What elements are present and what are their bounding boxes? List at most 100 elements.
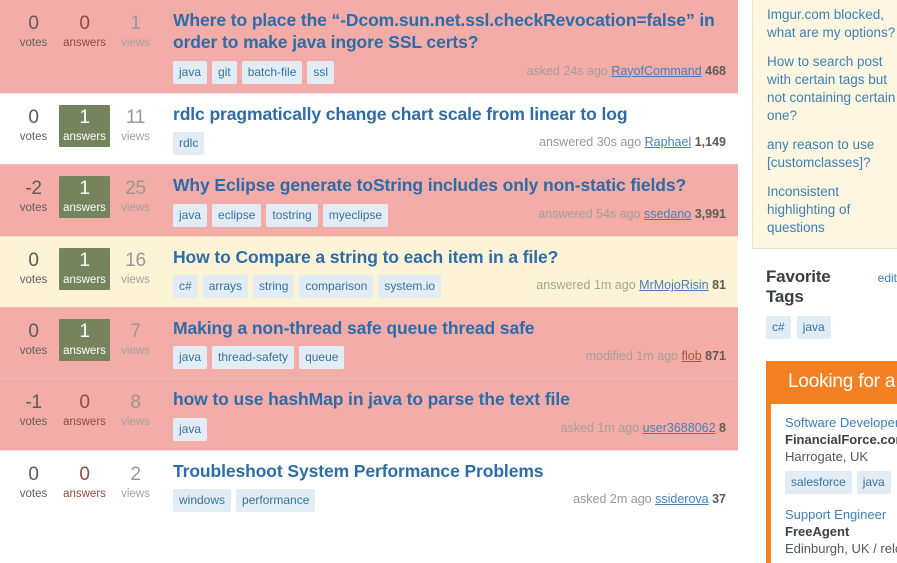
vote-label: votes — [19, 36, 48, 49]
tag-link[interactable]: system.io — [378, 274, 442, 298]
question-tag-list: rdlc — [173, 132, 205, 156]
question-title-link[interactable]: Why Eclipse generate toString includes o… — [173, 174, 726, 196]
question-meta-line: java git batch-file ssl asked 24s ago RayofC… — [173, 60, 726, 84]
favorite-tag-link[interactable]: java — [796, 316, 831, 340]
answer-count: 0 — [79, 13, 90, 34]
answer-count: 1 — [79, 249, 90, 271]
view-label: views — [121, 130, 150, 143]
hot-question-link[interactable]: How to search post with certain tags but… — [767, 53, 897, 125]
question-user-link[interactable]: MrMojoRisin — [639, 278, 708, 292]
hot-question-link[interactable]: any reason to use [customclasses]? — [767, 136, 897, 172]
question-meta-line: java thread-safety queue modified 1m ago fl… — [173, 346, 726, 370]
question-row: 0 votes 0 answers 2 views Troubleshoot System … — [0, 449, 738, 522]
tag-link[interactable]: performance — [236, 489, 316, 513]
job-tag-link[interactable]: salesforce — [785, 471, 852, 495]
question-stats: -2 votes 1 answers 25 views — [8, 174, 161, 219]
tag-link[interactable]: java — [173, 203, 208, 227]
answer-label: answers — [63, 273, 106, 286]
vote-count: 0 — [28, 320, 39, 342]
hot-question-link[interactable]: Inconsistent highlighting of questions — [767, 183, 897, 237]
question-user-reputation: 3,991 — [694, 206, 726, 221]
job-tag-link[interactable]: java — [856, 471, 891, 495]
view-label: views — [121, 36, 150, 49]
view-count: 1 — [130, 13, 141, 34]
views-stat: 8 views — [110, 390, 161, 431]
question-summary: Where to place the “-Dcom.sun.net.ssl.ch… — [161, 9, 726, 84]
question-user-link[interactable]: ssedano — [644, 207, 691, 221]
question-user-reputation: 871 — [705, 349, 726, 364]
question-row: -2 votes 1 answers 25 views Why Eclipse genera… — [0, 164, 738, 236]
tag-link[interactable]: arrays — [202, 274, 249, 298]
favorite-tags-block: Favorite Tags edit c# java — [752, 249, 897, 340]
tag-link[interactable]: queue — [299, 346, 345, 370]
answers-stat: 1 answers — [59, 104, 110, 147]
question-meta-line: windows performance asked 2m ago ssiderova… — [173, 489, 726, 513]
question-title-link[interactable]: Troubleshoot System Performance Problems — [173, 460, 726, 482]
jobs-header-banner: Looking for a job? — [771, 361, 897, 405]
vote-count: 0 — [28, 13, 39, 34]
tag-link[interactable]: batch-file — [241, 60, 303, 84]
answer-count: 0 — [79, 463, 90, 485]
question-user-info: answered 1m ago MrMojoRisin 81 — [522, 275, 726, 292]
views-stat: 7 views — [110, 319, 161, 361]
question-user-link[interactable]: flob — [682, 349, 702, 363]
tag-link[interactable]: string — [253, 274, 295, 298]
tag-link[interactable]: c# — [173, 274, 198, 298]
tag-link[interactable]: tostring — [266, 203, 318, 227]
question-meta-line: rdlc answered 30s ago Raphael 1,149 — [173, 132, 726, 156]
vote-count: 0 — [28, 106, 39, 128]
question-summary: how to use hashMap in java to parse the … — [161, 388, 726, 441]
question-feed-page: 0 votes 0 answers 1 views Where to place the “… — [0, 0, 897, 563]
favorite-tags-title: Favorite Tags — [766, 267, 831, 307]
hot-question-link[interactable]: Imgur.com blocked, what are my options? — [767, 6, 897, 42]
question-title-link[interactable]: Making a non-thread safe queue thread sa… — [173, 317, 726, 339]
tag-link[interactable]: thread-safety — [212, 346, 295, 370]
answer-label: answers — [63, 130, 106, 143]
answer-count: 0 — [79, 392, 90, 414]
tag-link[interactable]: rdlc — [173, 132, 205, 156]
view-count: 11 — [125, 106, 146, 128]
question-list: 0 votes 0 answers 1 views Where to place the “… — [0, 0, 738, 563]
question-row: 0 votes 0 answers 1 views Where to place the “… — [0, 0, 738, 93]
view-label: views — [121, 344, 150, 357]
tag-link[interactable]: windows — [173, 489, 232, 513]
views-stat: 1 views — [110, 11, 161, 52]
vote-count: -1 — [25, 392, 42, 414]
question-title-link[interactable]: how to use hashMap in java to parse the … — [173, 388, 726, 410]
jobs-block: Looking for a job? Software DeveloperFin… — [766, 361, 897, 563]
votes-stat: 0 votes — [8, 11, 59, 52]
votes-stat: 0 votes — [8, 248, 59, 290]
tag-link[interactable]: comparison — [299, 274, 374, 298]
question-stats: 0 votes 0 answers 2 views — [8, 460, 161, 503]
job-company: FreeAgent — [785, 523, 850, 539]
answer-label: answers — [63, 416, 106, 429]
question-summary: rdlc pragmatically change chart scale fr… — [161, 103, 726, 156]
tag-link[interactable]: git — [212, 60, 237, 84]
vote-label: votes — [19, 416, 48, 429]
favorite-tags-edit-link[interactable]: edit — [878, 271, 897, 285]
question-title-link[interactable]: How to Compare a string to each item in … — [173, 246, 726, 268]
question-tag-list: java — [173, 417, 208, 441]
tag-link[interactable]: java — [173, 346, 208, 370]
question-user-reputation: 37 — [712, 492, 726, 507]
job-title-link[interactable]: Support Engineer — [785, 507, 897, 524]
answers-stat: 0 answers — [59, 390, 110, 431]
tag-link[interactable]: java — [173, 60, 208, 84]
question-title-link[interactable]: rdlc pragmatically change chart scale fr… — [173, 103, 726, 125]
question-user-link[interactable]: RayofCommand — [611, 64, 701, 78]
question-stats: 0 votes 1 answers 7 views — [8, 317, 161, 361]
question-title-link[interactable]: Where to place the “-Dcom.sun.net.ssl.ch… — [173, 9, 726, 54]
question-action-time: asked 1m ago — [560, 420, 640, 435]
question-user-link[interactable]: ssiderova — [655, 492, 709, 506]
tag-link[interactable]: eclipse — [212, 203, 262, 227]
tag-link[interactable]: myeclipse — [322, 203, 389, 227]
tag-link[interactable]: ssl — [307, 60, 335, 84]
question-user-link[interactable]: Raphael — [645, 135, 692, 149]
job-title-link[interactable]: Software Developer — [785, 415, 897, 432]
tag-link[interactable]: java — [173, 417, 208, 441]
answers-stat: 0 answers — [59, 462, 110, 503]
vote-label: votes — [19, 202, 48, 215]
question-user-link[interactable]: user3688062 — [643, 421, 716, 435]
vote-label: votes — [19, 344, 48, 357]
favorite-tag-link[interactable]: c# — [766, 316, 791, 340]
